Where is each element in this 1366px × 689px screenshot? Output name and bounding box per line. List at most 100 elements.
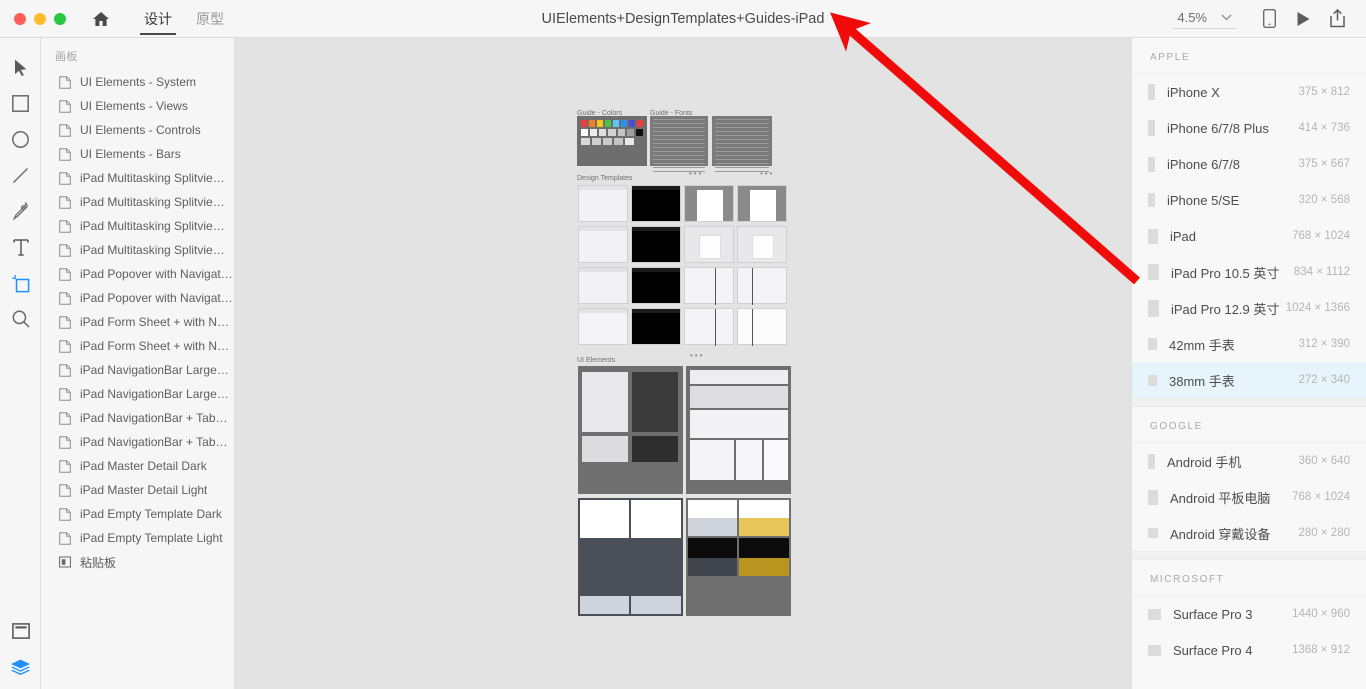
artboard-design-template[interactable] xyxy=(737,267,787,305)
ellipse-tool[interactable] xyxy=(0,121,41,157)
artboard-label[interactable]: Design Templates xyxy=(577,175,633,182)
tab-design[interactable]: 设计 xyxy=(132,0,184,38)
text-tool[interactable] xyxy=(0,229,41,265)
artboard-label[interactable]: UI Elements xyxy=(577,357,615,364)
artboard-overflow-dots[interactable]: ••• xyxy=(689,170,703,178)
artboard-design-template[interactable] xyxy=(737,226,787,263)
artboard-design-template[interactable] xyxy=(578,185,628,222)
tab-prototype[interactable]: 原型 xyxy=(184,0,236,38)
artboard-list-item[interactable]: iPad NavigationBar + TabB… xyxy=(41,406,234,430)
device-preset-item[interactable]: Android 手机 360 × 640 xyxy=(1132,443,1366,479)
text-line xyxy=(653,167,705,168)
artboard-guide-fonts[interactable] xyxy=(712,116,772,172)
artboard-list-item[interactable]: iPad Multitasking Splitvie… xyxy=(41,214,234,238)
artboard-list-item[interactable]: iPad Master Detail Light xyxy=(41,478,234,502)
artboard-label[interactable]: Guide - Colors xyxy=(577,110,622,117)
artboard-list-item[interactable]: iPad NavigationBar + TabB… xyxy=(41,430,234,454)
artboard-design-template[interactable] xyxy=(684,185,734,222)
square-icon xyxy=(12,94,29,112)
artboard-list-item[interactable]: UI Elements - Bars xyxy=(41,142,234,166)
device-preset-item[interactable]: 42mm 手表 312 × 390 xyxy=(1132,326,1366,362)
artboard-list-item[interactable]: iPad Empty Template Light xyxy=(41,526,234,550)
artboard-design-template[interactable] xyxy=(578,267,628,304)
artboard-overflow-dots[interactable]: ••• xyxy=(760,170,774,178)
artboard-design-template[interactable] xyxy=(737,308,787,346)
artboard-list-item[interactable]: iPad Empty Template Dark xyxy=(41,502,234,526)
artboard-design-template[interactable] xyxy=(578,226,628,263)
artboard-design-template[interactable] xyxy=(631,308,681,345)
line-tool[interactable] xyxy=(0,157,41,193)
artboard-list-item[interactable]: UI Elements - Controls xyxy=(41,118,234,142)
artboard-design-template[interactable] xyxy=(631,185,681,222)
artboard-design-template[interactable] xyxy=(684,226,734,263)
artboard-ui-elements-left[interactable] xyxy=(578,366,683,494)
artboard-list-item[interactable]: iPad Master Detail Dark xyxy=(41,454,234,478)
artboard-list-item-label: iPad Multitasking Splitvie… xyxy=(80,243,225,257)
artboard-list-item[interactable]: iPad NavigationBar Large… xyxy=(41,358,234,382)
device-preset-item[interactable]: Android 穿戴设备 280 × 280 xyxy=(1132,515,1366,551)
artboard-keyboards-right[interactable] xyxy=(686,498,791,616)
artboard-list-item[interactable]: iPad Multitasking Splitvie… xyxy=(41,238,234,262)
artboard-list-panel[interactable]: 画板 UI Elements - System UI Elements - Vie… xyxy=(41,38,235,689)
artboard-list-item[interactable]: iPad Popover with Navigati… xyxy=(41,286,234,310)
artboard-keyboards-left[interactable] xyxy=(578,498,683,616)
zoom-control[interactable]: 4.5% xyxy=(1173,8,1236,29)
artboard-list-item[interactable]: iPad Multitasking Splitvie… xyxy=(41,166,234,190)
device-preset-item[interactable]: iPad Pro 12.9 英寸 1024 × 1366 xyxy=(1132,290,1366,326)
artboard-label[interactable]: Guide - Fonts xyxy=(650,110,692,117)
device-preset-item[interactable]: iPhone 6/7/8 Plus 414 × 736 xyxy=(1132,110,1366,146)
device-preset-item[interactable]: Surface Pro 3 1440 × 960 xyxy=(1132,596,1366,632)
layers-toggle[interactable] xyxy=(0,649,41,685)
device-preset-item[interactable]: iPhone 6/7/8 375 × 667 xyxy=(1132,146,1366,182)
artboard-design-template[interactable] xyxy=(631,226,681,263)
close-button[interactable] xyxy=(14,12,26,25)
rectangle-tool[interactable] xyxy=(0,85,41,121)
device-presets-panel[interactable]: APPLE iPhone X 375 × 812 iPhone 6/7/8 Plus 4… xyxy=(1131,38,1366,689)
phone-icon[interactable] xyxy=(1252,6,1286,32)
artboard-design-template[interactable] xyxy=(737,185,787,222)
circle-icon xyxy=(12,130,29,148)
select-tool[interactable] xyxy=(0,49,41,85)
design-canvas[interactable]: Guide - Colors Guide - Fonts Design Templa… xyxy=(235,38,1131,689)
pen-tool[interactable] xyxy=(0,193,41,229)
device-preset-item[interactable]: iPad 768 × 1024 xyxy=(1132,218,1366,254)
device-preset-item[interactable]: iPhone 5/SE 320 × 568 xyxy=(1132,182,1366,218)
artboard-list-item[interactable]: UI Elements - Views xyxy=(41,94,234,118)
artboard-list-item-label: iPad NavigationBar Large… xyxy=(80,363,229,377)
device-preset-item[interactable]: Android 平板电脑 768 × 1024 xyxy=(1132,479,1366,515)
share-icon[interactable] xyxy=(1320,6,1354,32)
device-preset-item[interactable]: 38mm 手表 272 × 340 xyxy=(1132,362,1366,398)
artboard-list-item[interactable]: iPad Multitasking Splitvie… xyxy=(41,190,234,214)
artboard-list-item[interactable]: iPad NavigationBar Large… xyxy=(41,382,234,406)
artboard-design-template[interactable] xyxy=(631,267,681,304)
artboard-list-item[interactable]: 粘贴板 xyxy=(41,550,234,574)
artboard-list-item[interactable]: iPad Form Sheet + with Na… xyxy=(41,334,234,358)
device-preset-item[interactable]: Surface Pro 4 1368 × 912 xyxy=(1132,632,1366,668)
maximize-button[interactable] xyxy=(54,12,66,25)
artboard-guide-colors[interactable] xyxy=(577,116,647,166)
device-shape-icon xyxy=(1148,156,1155,172)
device-preset-item[interactable]: iPhone X 375 × 812 xyxy=(1132,74,1366,110)
artboard-tool[interactable] xyxy=(0,265,41,301)
artboard-list-item[interactable]: UI Elements - System xyxy=(41,70,234,94)
home-icon[interactable] xyxy=(88,6,114,32)
device-preset-name: Android 穿戴设备 xyxy=(1170,526,1271,542)
tab-design-label: 设计 xyxy=(144,10,172,27)
artboard-design-template[interactable] xyxy=(684,308,734,346)
zoom-tool[interactable] xyxy=(0,301,41,337)
artboard-ui-elements-right[interactable] xyxy=(686,366,791,494)
artboard-design-template[interactable] xyxy=(684,267,734,305)
play-icon[interactable] xyxy=(1286,6,1320,32)
color-swatch-row xyxy=(581,120,643,127)
color-swatch xyxy=(603,138,612,145)
artboard-list-item[interactable]: iPad Popover with Navigati… xyxy=(41,262,234,286)
chevron-down-icon[interactable] xyxy=(1221,8,1232,26)
artboard-guide-fonts[interactable] xyxy=(650,116,708,172)
artboard-page-icon xyxy=(59,339,71,353)
artboard-design-template[interactable] xyxy=(578,308,628,345)
artboard-overflow-dots[interactable]: ••• xyxy=(690,352,704,360)
panel-toggle[interactable] xyxy=(0,613,41,649)
artboard-list-item[interactable]: iPad Form Sheet + with Na… xyxy=(41,310,234,334)
device-preset-item[interactable]: iPad Pro 10.5 英寸 834 × 1112 xyxy=(1132,254,1366,290)
minimize-button[interactable] xyxy=(34,12,46,25)
